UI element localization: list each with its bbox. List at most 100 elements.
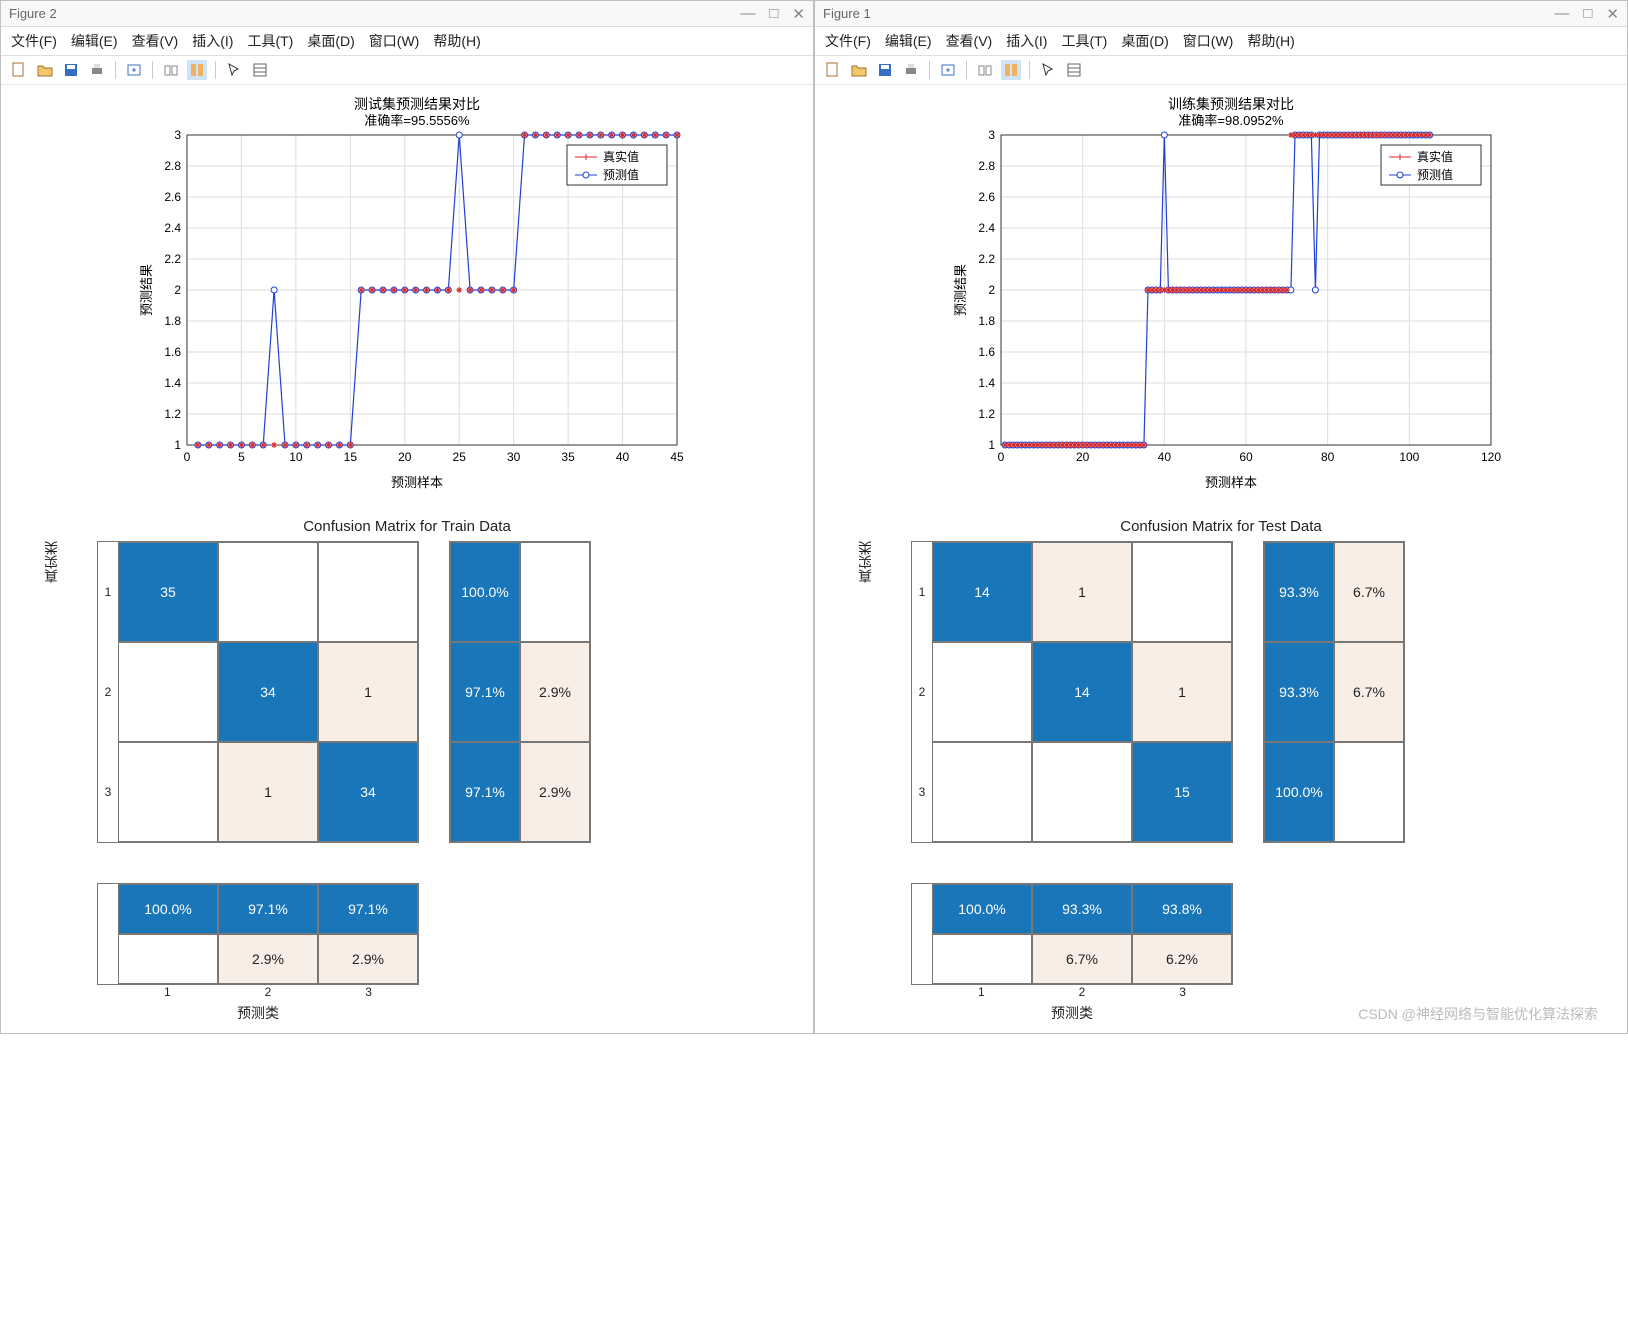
- svg-text:40: 40: [1158, 450, 1172, 464]
- cm-row-pct-err: 6.7%: [1334, 642, 1404, 742]
- svg-text:1: 1: [174, 438, 181, 452]
- cm-title: Confusion Matrix for Train Data: [41, 518, 773, 535]
- zoom-icon[interactable]: [938, 60, 958, 80]
- svg-text:2.8: 2.8: [978, 159, 995, 173]
- window-title: Figure 1: [823, 6, 871, 21]
- menu-view[interactable]: 查看(V): [132, 31, 179, 51]
- svg-text:预测样本: 预测样本: [1205, 475, 1257, 490]
- save-icon[interactable]: [875, 60, 895, 80]
- print-icon[interactable]: [87, 60, 107, 80]
- svg-text:2.2: 2.2: [978, 252, 995, 266]
- menu-view[interactable]: 查看(V): [946, 31, 993, 51]
- menu-window[interactable]: 窗口(W): [1183, 31, 1234, 51]
- svg-text:预测结果: 预测结果: [139, 264, 154, 316]
- titlebar[interactable]: Figure 1 — □ ✕: [815, 1, 1627, 27]
- svg-text:2.4: 2.4: [978, 221, 995, 235]
- svg-text:2.4: 2.4: [164, 221, 181, 235]
- svg-text:5: 5: [238, 450, 245, 464]
- svg-text:2.6: 2.6: [978, 190, 995, 204]
- menu-help[interactable]: 帮助(H): [433, 31, 480, 51]
- menu-tools[interactable]: 工具(T): [1061, 31, 1107, 51]
- open-icon[interactable]: [35, 60, 55, 80]
- menu-help[interactable]: 帮助(H): [1247, 31, 1294, 51]
- menu-file[interactable]: 文件(F): [825, 31, 871, 51]
- figure-window-2: Figure 2 — □ ✕ 文件(F) 编辑(E) 查看(V) 插入(I) 工…: [0, 0, 814, 1034]
- svg-text:120: 120: [1481, 450, 1501, 464]
- svg-text:预测值: 预测值: [1417, 167, 1453, 182]
- svg-text:1.4: 1.4: [978, 376, 995, 390]
- open-icon[interactable]: [849, 60, 869, 80]
- cm-cell: 1: [1132, 642, 1232, 742]
- svg-text:测试集预测结果对比: 测试集预测结果对比: [354, 96, 480, 112]
- figure-window-1: Figure 1 — □ ✕ 文件(F) 编辑(E) 查看(V) 插入(I) 工…: [814, 0, 1628, 1034]
- svg-text:预测样本: 预测样本: [391, 475, 443, 490]
- link-icon[interactable]: [161, 60, 181, 80]
- menu-edit[interactable]: 编辑(E): [885, 31, 932, 51]
- new-icon[interactable]: [823, 60, 843, 80]
- print-icon[interactable]: [901, 60, 921, 80]
- cm-col-pct-err: 2.9%: [318, 934, 418, 984]
- menu-file[interactable]: 文件(F): [11, 31, 57, 51]
- cm-cell: 1: [218, 742, 318, 842]
- pointer-icon[interactable]: [1038, 60, 1058, 80]
- cm-title: Confusion Matrix for Test Data: [855, 518, 1587, 535]
- cm-col-pct: 97.1%: [218, 884, 318, 934]
- svg-text:2.8: 2.8: [164, 159, 181, 173]
- titlebar[interactable]: Figure 2 — □ ✕: [1, 1, 813, 27]
- tile-icon[interactable]: [187, 60, 207, 80]
- svg-text:2: 2: [988, 283, 995, 297]
- cm-row-pct: 93.3%: [1264, 642, 1334, 742]
- svg-text:预测结果: 预测结果: [953, 264, 968, 316]
- svg-text:真实值: 真实值: [603, 149, 639, 164]
- watermark: CSDN @神经网络与智能优化算法探索: [1358, 1004, 1598, 1024]
- link-icon[interactable]: [975, 60, 995, 80]
- menubar[interactable]: 文件(F) 编辑(E) 查看(V) 插入(I) 工具(T) 桌面(D) 窗口(W…: [1, 27, 813, 56]
- cm-cell: [1132, 542, 1232, 642]
- maximize-icon[interactable]: □: [769, 5, 778, 23]
- cm-col-pct-err: 2.9%: [218, 934, 318, 984]
- svg-text:80: 80: [1321, 450, 1335, 464]
- grid-icon[interactable]: [1064, 60, 1084, 80]
- menu-insert[interactable]: 插入(I): [192, 31, 233, 51]
- grid-icon[interactable]: [250, 60, 270, 80]
- cm-col-pct-err: 6.2%: [1132, 934, 1232, 984]
- cm-row-pct: 97.1%: [450, 742, 520, 842]
- tile-icon[interactable]: [1001, 60, 1021, 80]
- cm-col-pct-err: [932, 934, 1032, 984]
- cm-row-pct-err: [1334, 742, 1404, 842]
- pointer-icon[interactable]: [224, 60, 244, 80]
- svg-text:30: 30: [507, 450, 521, 464]
- svg-text:1: 1: [988, 438, 995, 452]
- cm-col-pct-err: 6.7%: [1032, 934, 1132, 984]
- svg-text:3: 3: [988, 128, 995, 142]
- new-icon[interactable]: [9, 60, 29, 80]
- minimize-icon[interactable]: —: [740, 5, 755, 23]
- cm-cell: 15: [1132, 742, 1232, 842]
- menu-window[interactable]: 窗口(W): [369, 31, 420, 51]
- cm-col-pct: 93.3%: [1032, 884, 1132, 934]
- svg-text:真实值: 真实值: [1417, 149, 1453, 164]
- svg-text:20: 20: [398, 450, 412, 464]
- menu-desktop[interactable]: 桌面(D): [307, 31, 354, 51]
- menu-insert[interactable]: 插入(I): [1006, 31, 1047, 51]
- zoom-icon[interactable]: [124, 60, 144, 80]
- cm-col-pct: 100.0%: [118, 884, 218, 934]
- menu-desktop[interactable]: 桌面(D): [1121, 31, 1168, 51]
- line-chart-test: 11.21.41.61.822.22.42.62.830510152025303…: [41, 95, 793, 495]
- line-chart-train: 11.21.41.61.822.22.42.62.830204060801001…: [855, 95, 1607, 495]
- svg-text:准确率=95.5556%: 准确率=95.5556%: [364, 113, 470, 128]
- cm-row-pct-err: 2.9%: [520, 742, 590, 842]
- save-icon[interactable]: [61, 60, 81, 80]
- cm-col-pct-err: [118, 934, 218, 984]
- minimize-icon[interactable]: —: [1554, 5, 1569, 23]
- close-icon[interactable]: ✕: [792, 5, 805, 23]
- maximize-icon[interactable]: □: [1583, 5, 1592, 23]
- svg-text:1.2: 1.2: [978, 407, 995, 421]
- menu-tools[interactable]: 工具(T): [247, 31, 293, 51]
- cm-row-pct: 100.0%: [450, 542, 520, 642]
- menubar[interactable]: 文件(F) 编辑(E) 查看(V) 插入(I) 工具(T) 桌面(D) 窗口(W…: [815, 27, 1627, 56]
- close-icon[interactable]: ✕: [1606, 5, 1619, 23]
- cm-cell: 1: [1032, 542, 1132, 642]
- menu-edit[interactable]: 编辑(E): [71, 31, 118, 51]
- cm-ylabel: 真实类: [855, 541, 875, 583]
